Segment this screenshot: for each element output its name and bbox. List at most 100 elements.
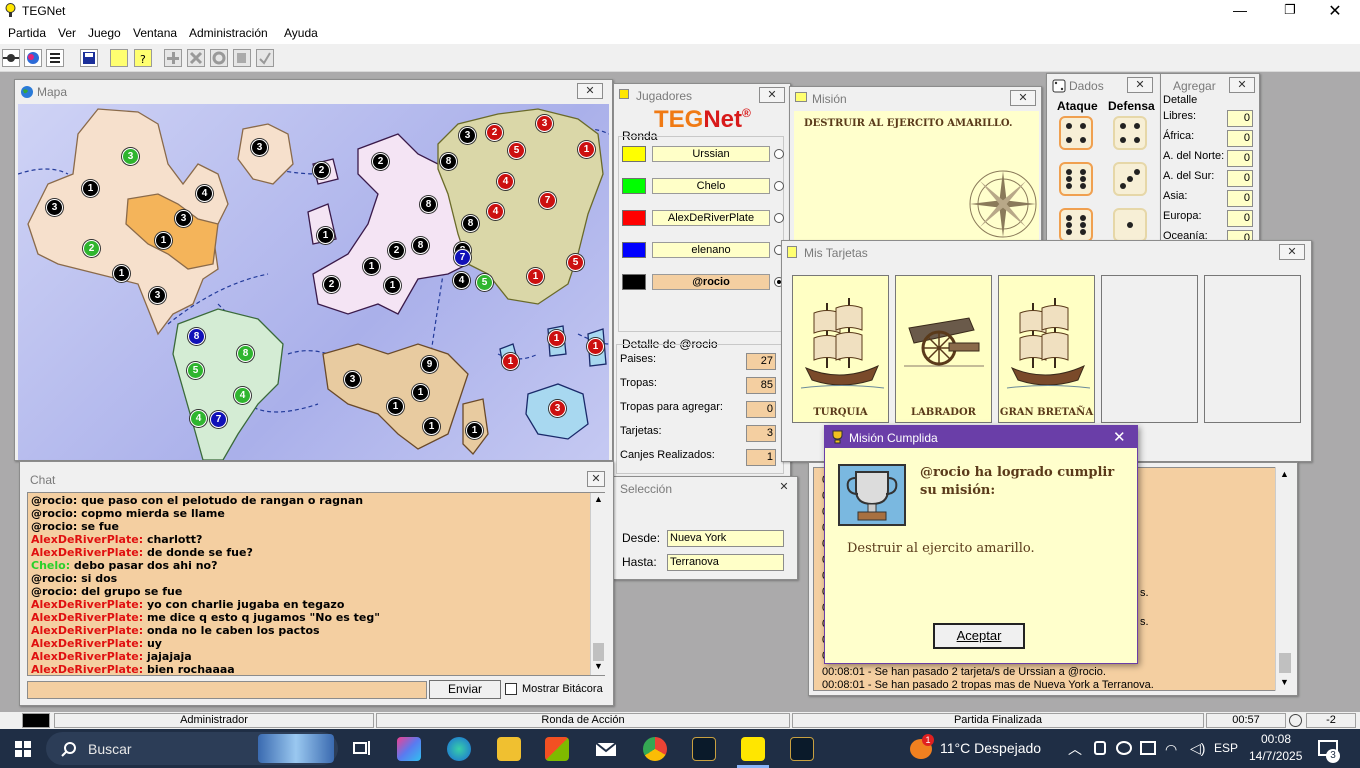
chevron-up-icon[interactable]: ︿ xyxy=(1068,739,1082,759)
player-row[interactable]: Urssian xyxy=(622,144,784,164)
army-marker[interactable]: 7 xyxy=(539,192,556,209)
menu-partida[interactable]: Partida xyxy=(8,26,46,40)
cloud-icon[interactable] xyxy=(1116,741,1132,755)
chat-scroll-thumb[interactable] xyxy=(593,643,604,661)
chrome-icon[interactable] xyxy=(643,737,667,761)
league-icon[interactable] xyxy=(692,737,716,761)
army-marker[interactable]: 2 xyxy=(486,124,503,141)
army-marker[interactable]: 3 xyxy=(459,127,476,144)
army-marker[interactable]: 2 xyxy=(313,162,330,179)
army-marker[interactable]: 1 xyxy=(82,180,99,197)
gear-icon[interactable] xyxy=(210,49,228,67)
mission-close-button[interactable]: ✕ xyxy=(1010,90,1036,106)
army-marker[interactable]: 5 xyxy=(508,142,525,159)
wifi-icon[interactable]: ◠ xyxy=(1165,741,1177,758)
army-marker[interactable]: 2 xyxy=(372,153,389,170)
army-marker[interactable]: 8 xyxy=(188,328,205,345)
edge-icon[interactable] xyxy=(447,737,471,761)
cross-icon[interactable] xyxy=(187,49,205,67)
mission-icon[interactable]: ? xyxy=(134,49,152,67)
army-marker[interactable]: 1 xyxy=(155,232,172,249)
army-marker[interactable]: 4 xyxy=(196,185,213,202)
army-marker[interactable]: 5 xyxy=(187,362,204,379)
cards-icon[interactable] xyxy=(110,49,128,67)
empty-card-slot[interactable] xyxy=(1204,275,1301,423)
volume-icon[interactable]: ◁) xyxy=(1190,740,1205,757)
league-client-icon[interactable] xyxy=(790,737,814,761)
army-marker[interactable]: 1 xyxy=(384,277,401,294)
dialog-close-button[interactable]: ✕ xyxy=(1113,428,1126,446)
country-card[interactable]: TURQUIA xyxy=(792,275,889,423)
army-marker[interactable]: 3 xyxy=(536,115,553,132)
army-marker[interactable]: 8 xyxy=(420,196,437,213)
army-marker[interactable]: 8 xyxy=(440,153,457,170)
army-marker[interactable]: 5 xyxy=(567,254,584,271)
world-map[interactable]: 3134312133212828112323185484787451511138… xyxy=(18,104,609,460)
language-indicator[interactable]: ESP xyxy=(1214,741,1238,755)
file-explorer-icon[interactable] xyxy=(497,737,521,761)
country-card[interactable]: GRAN BRETAÑA xyxy=(998,275,1095,423)
army-marker[interactable]: 3 xyxy=(344,371,361,388)
player-row[interactable]: Chelo xyxy=(622,176,784,196)
army-marker[interactable]: 1 xyxy=(412,384,429,401)
log-scroll-thumb[interactable] xyxy=(1279,653,1291,673)
army-marker[interactable]: 4 xyxy=(453,272,470,289)
army-marker[interactable]: 4 xyxy=(497,173,514,190)
mail-icon[interactable] xyxy=(594,737,618,761)
chat-input[interactable] xyxy=(27,681,427,699)
hasta-field[interactable]: Terranova xyxy=(667,554,784,571)
tegnet-taskbar-icon[interactable] xyxy=(741,737,765,761)
army-marker[interactable]: 1 xyxy=(317,227,334,244)
army-marker[interactable]: 3 xyxy=(122,148,139,165)
army-marker[interactable]: 1 xyxy=(578,141,595,158)
army-marker[interactable]: 8 xyxy=(237,345,254,362)
copilot-icon[interactable] xyxy=(397,737,421,761)
globe-icon[interactable] xyxy=(24,49,42,67)
army-marker[interactable]: 1 xyxy=(363,258,380,275)
add-close-button[interactable]: ✕ xyxy=(1229,77,1255,93)
chat-scrollbar[interactable]: ▲ ▼ xyxy=(590,493,605,675)
player-radio[interactable] xyxy=(774,213,784,223)
army-marker[interactable]: 1 xyxy=(387,398,404,415)
map-close-button[interactable]: ✕ xyxy=(577,83,603,99)
army-marker[interactable]: 3 xyxy=(251,139,268,156)
player-row[interactable]: @rocio xyxy=(622,272,784,292)
copy-icon[interactable] xyxy=(233,49,251,67)
task-view-icon[interactable] xyxy=(350,737,374,761)
weather-text[interactable]: 11°C Despejado xyxy=(940,740,1041,756)
menu-administracion[interactable]: Administración xyxy=(189,26,268,40)
store-icon[interactable] xyxy=(545,737,569,761)
save-icon[interactable] xyxy=(80,49,98,67)
log-scrollbar[interactable]: ▲ ▼ xyxy=(1275,467,1293,691)
taskbar-date[interactable]: 14/7/2025 xyxy=(1249,749,1302,763)
taskbar-clock[interactable]: 00:08 xyxy=(1261,732,1291,746)
army-marker[interactable]: 1 xyxy=(548,330,565,347)
player-radio[interactable] xyxy=(774,181,784,191)
menu-ventana[interactable]: Ventana xyxy=(133,26,177,40)
menu-juego[interactable]: Juego xyxy=(88,26,121,40)
send-button[interactable]: Enviar xyxy=(429,680,501,699)
country-card[interactable]: LABRADOR xyxy=(895,275,992,423)
army-marker[interactable]: 1 xyxy=(466,422,483,439)
device-icon[interactable] xyxy=(1094,741,1106,755)
army-marker[interactable]: 7 xyxy=(454,249,471,266)
army-marker[interactable]: 3 xyxy=(175,210,192,227)
add-icon[interactable] xyxy=(164,49,182,67)
players-close-button[interactable]: ✕ xyxy=(759,87,785,103)
player-row[interactable]: AlexDeRiverPlate xyxy=(622,208,784,228)
menu-ayuda[interactable]: Ayuda xyxy=(284,26,318,40)
close-button[interactable]: ✕ xyxy=(1325,1,1345,20)
army-marker[interactable]: 2 xyxy=(388,242,405,259)
player-row[interactable]: elenano xyxy=(622,240,784,260)
list-icon[interactable] xyxy=(46,49,64,67)
menu-ver[interactable]: Ver xyxy=(58,26,76,40)
windows-start-icon[interactable] xyxy=(15,741,31,760)
army-marker[interactable]: 4 xyxy=(234,387,251,404)
army-marker[interactable]: 1 xyxy=(587,338,604,355)
cards-close-button[interactable]: ✕ xyxy=(1279,244,1305,260)
army-marker[interactable]: 4 xyxy=(487,203,504,220)
accept-button[interactable]: Aceptar xyxy=(933,623,1025,649)
army-marker[interactable]: 9 xyxy=(421,356,438,373)
check-icon[interactable] xyxy=(256,49,274,67)
taskbar-search[interactable]: Buscar xyxy=(46,732,338,765)
